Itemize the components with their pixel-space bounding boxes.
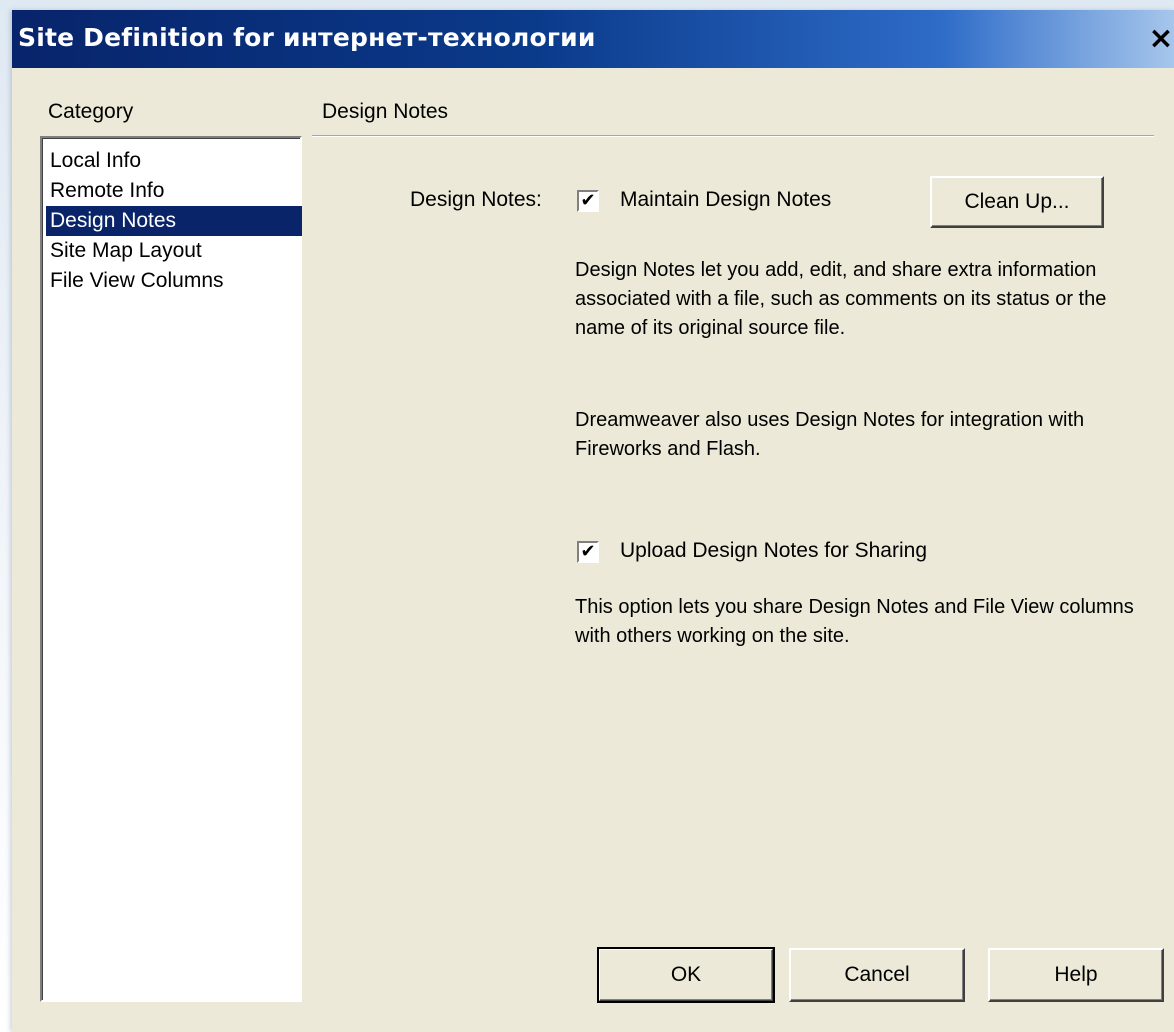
category-item-design-notes[interactable]: Design Notes	[46, 206, 302, 236]
window-title: Site Definition for интернет-технологии	[18, 23, 596, 52]
category-item-file-view-columns[interactable]: File View Columns	[46, 266, 302, 296]
cancel-button[interactable]: Cancel	[789, 948, 965, 1002]
sharing-option-description: This option lets you share Design Notes …	[575, 596, 1134, 647]
category-item-local-info[interactable]: Local Info	[46, 146, 302, 176]
close-icon[interactable]: ×	[1148, 19, 1174, 59]
section-divider	[312, 135, 1154, 137]
dreamweaver-integration-note: Dreamweaver also uses Design Notes for i…	[575, 409, 1085, 460]
title-bar[interactable]: Site Definition for интернет-технологии …	[12, 10, 1174, 68]
help-button[interactable]: Help	[988, 948, 1164, 1002]
upload-design-notes-label[interactable]: Upload Design Notes for Sharing	[620, 539, 927, 563]
category-list[interactable]: Local Info Remote Info Design Notes Site…	[40, 136, 302, 1002]
upload-design-notes-checkbox[interactable]: ✔	[577, 541, 599, 563]
site-definition-dialog: Site Definition for интернет-технологии …	[12, 10, 1174, 1032]
section-title: Design Notes	[322, 100, 449, 123]
maintain-design-notes-checkbox[interactable]: ✔	[577, 190, 599, 212]
design-notes-description: Design Notes let you add, edit, and shar…	[575, 259, 1107, 339]
category-item-remote-info[interactable]: Remote Info	[46, 176, 302, 206]
ok-button[interactable]: OK	[597, 947, 775, 1003]
category-item-site-map-layout[interactable]: Site Map Layout	[46, 236, 302, 266]
clean-up-button[interactable]: Clean Up...	[930, 176, 1104, 228]
category-label: Category	[48, 100, 134, 123]
design-notes-label: Design Notes:	[410, 188, 542, 211]
maintain-design-notes-label[interactable]: Maintain Design Notes	[620, 188, 831, 212]
